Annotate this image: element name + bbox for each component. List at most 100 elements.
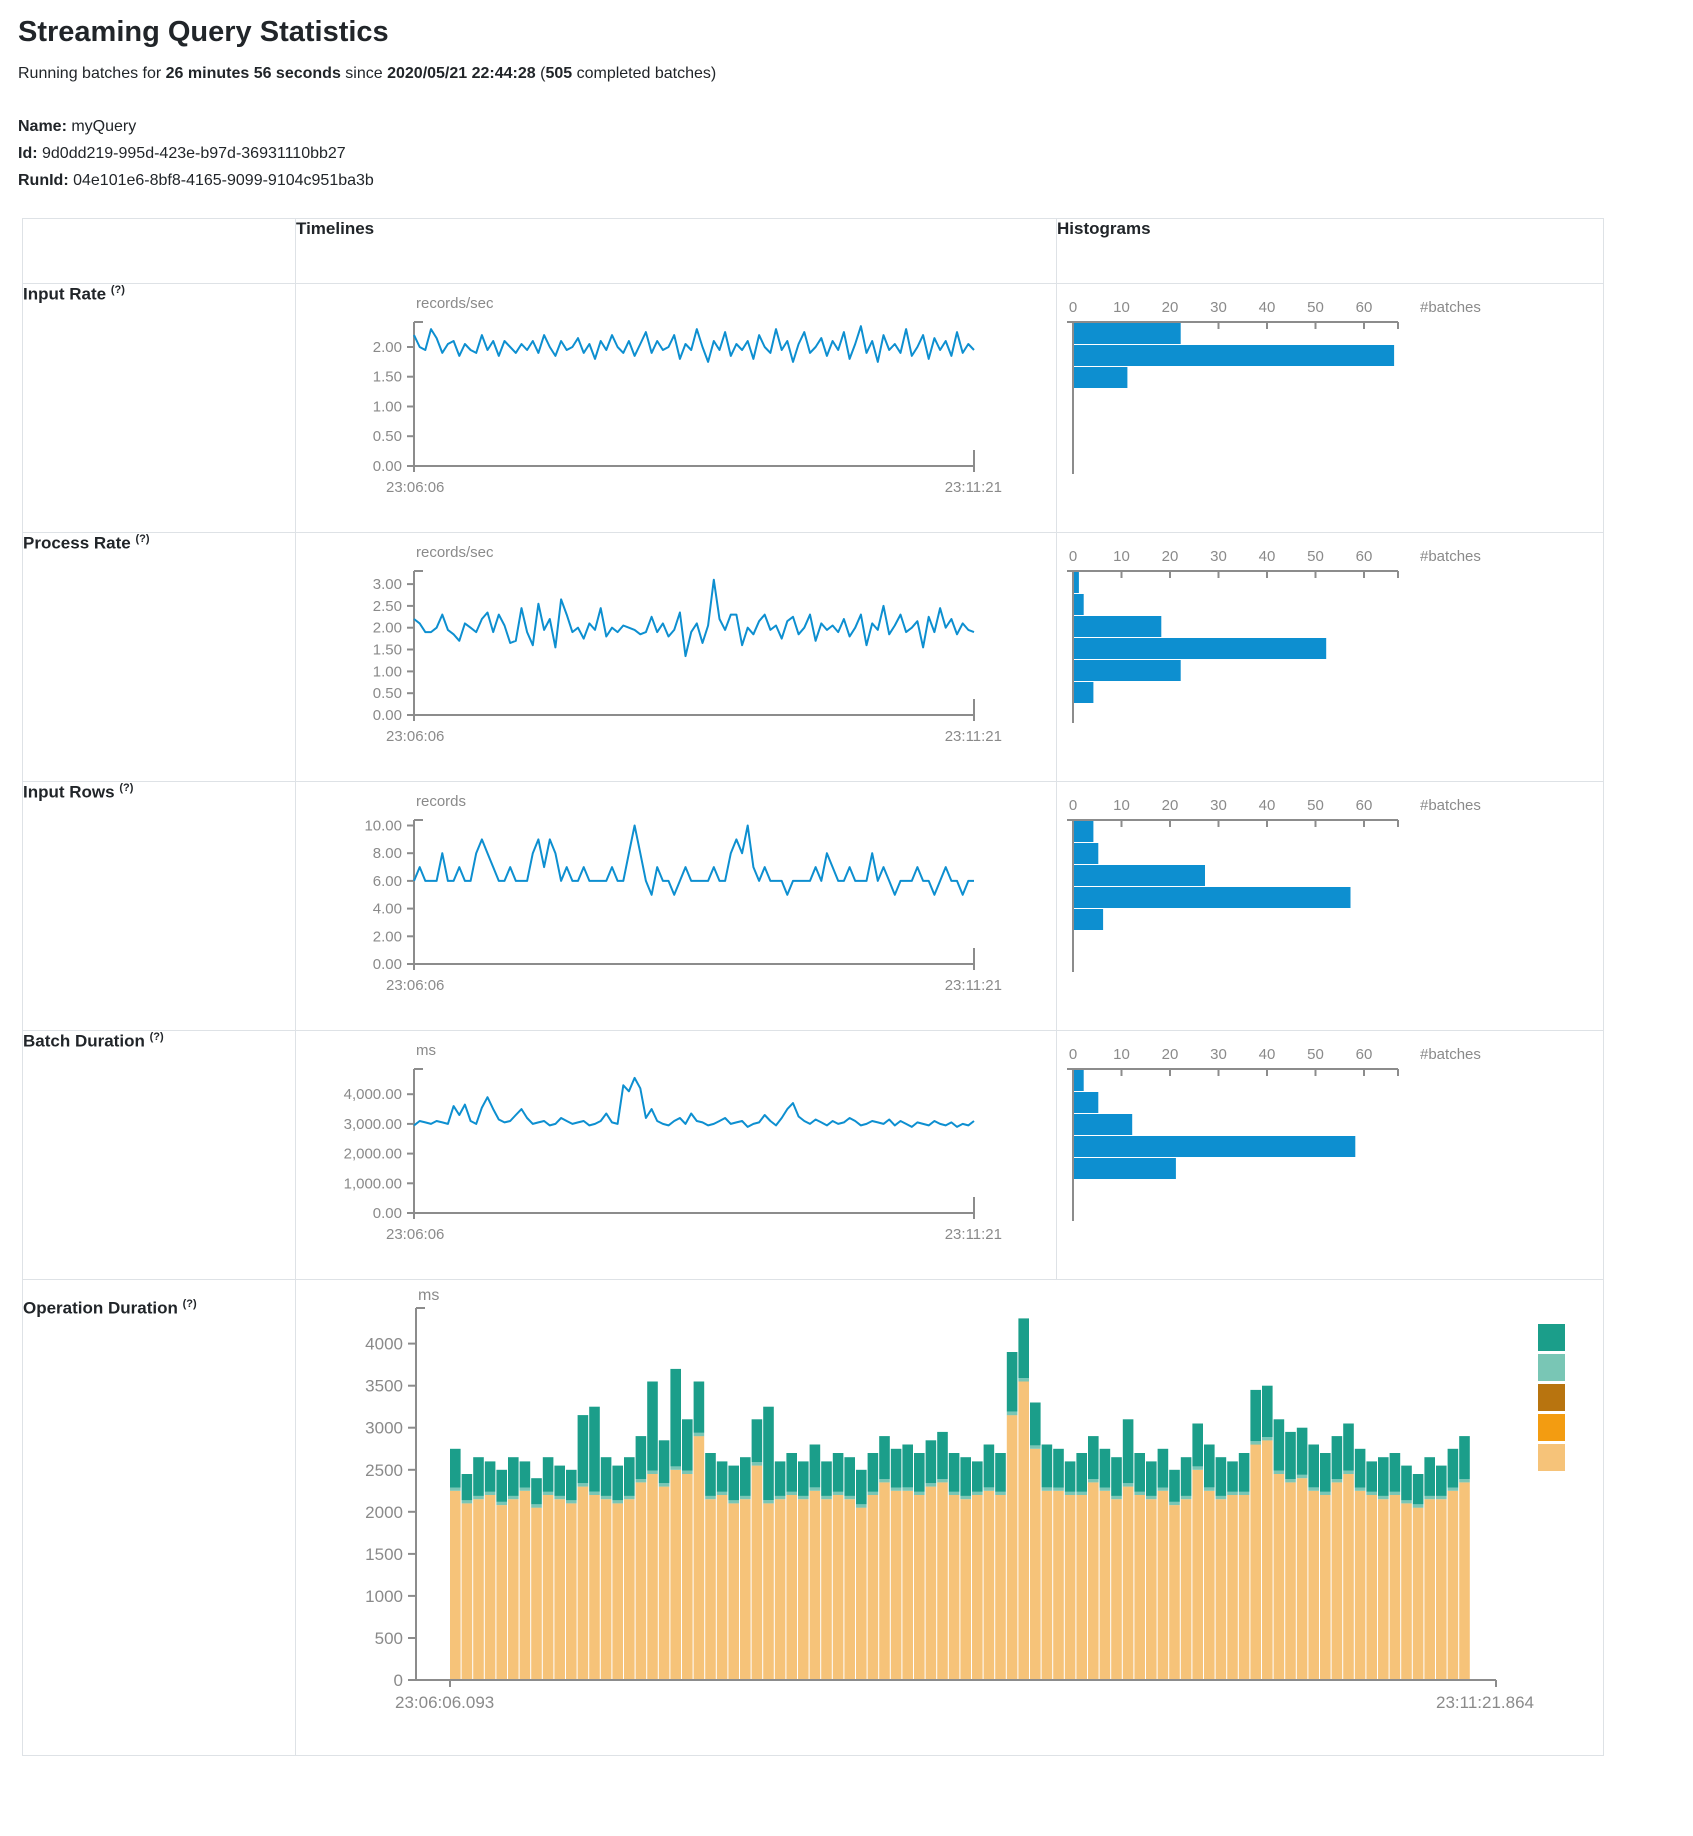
svg-text:50: 50: [1307, 299, 1324, 316]
empty-header-cell: [23, 219, 296, 284]
svg-text:6.00: 6.00: [373, 873, 402, 890]
input-rate-label-cell: Input Rate (?): [23, 284, 296, 533]
svg-text:23:06:06.093: 23:06:06.093: [395, 1693, 494, 1712]
running-batches-summary: Running batches for 26 minutes 56 second…: [18, 65, 1693, 83]
batch-duration-label: Batch Duration: [23, 1032, 145, 1051]
batch-duration-timeline-cell: ms0.001,000.002,000.003,000.004,000.0023…: [296, 1031, 1057, 1280]
since-text: since: [341, 65, 387, 82]
batch-duration-row: Batch Duration (?) ms0.001,000.002,000.0…: [23, 1031, 1604, 1280]
svg-text:0: 0: [1069, 548, 1077, 565]
legend-swatch: [1538, 1444, 1565, 1471]
svg-text:50: 50: [1307, 1046, 1324, 1063]
svg-text:60: 60: [1356, 797, 1373, 814]
input-rows-histogram-chart: 0102030405060#batches: [1057, 782, 1603, 1025]
query-runid-value: 04e101e6-8bf8-4165-9099-9104c951ba3b: [69, 172, 374, 189]
operation-duration-hint-icon[interactable]: (?): [183, 1298, 197, 1310]
svg-text:records/sec: records/sec: [416, 544, 494, 561]
input-rate-histogram-svg: 0102030405060#batches: [1057, 284, 1597, 522]
operation-duration-row: Operation Duration (?) ms050010001500200…: [23, 1280, 1604, 1756]
svg-text:0.00: 0.00: [373, 707, 402, 724]
batch-duration-hint-icon[interactable]: (?): [150, 1031, 164, 1043]
svg-text:1.00: 1.00: [373, 399, 402, 416]
svg-text:1500: 1500: [365, 1545, 403, 1564]
svg-text:50: 50: [1307, 548, 1324, 565]
svg-text:1.50: 1.50: [373, 642, 402, 659]
svg-text:23:06:06: 23:06:06: [386, 977, 444, 994]
svg-text:20: 20: [1162, 548, 1179, 565]
input-rate-hint-icon[interactable]: (?): [111, 284, 125, 296]
svg-text:40: 40: [1259, 299, 1276, 316]
legend-swatch: [1538, 1414, 1565, 1441]
svg-text:23:11:21.864: 23:11:21.864: [1436, 1693, 1534, 1712]
svg-text:1000: 1000: [365, 1587, 403, 1606]
svg-text:30: 30: [1210, 299, 1227, 316]
input-rows-row: Input Rows (?) records0.002.004.006.008.…: [23, 782, 1604, 1031]
svg-text:0.50: 0.50: [373, 428, 402, 445]
svg-text:60: 60: [1356, 548, 1373, 565]
process-rate-timeline-svg: records/sec0.000.501.001.502.002.503.002…: [296, 533, 1052, 771]
batch-duration-timeline-svg: ms0.001,000.002,000.003,000.004,000.0023…: [296, 1031, 1052, 1269]
svg-text:3.00: 3.00: [373, 576, 402, 593]
batch-duration-label-cell: Batch Duration (?): [23, 1031, 296, 1280]
svg-text:4000: 4000: [365, 1335, 403, 1354]
svg-text:30: 30: [1210, 1046, 1227, 1063]
svg-text:10: 10: [1113, 1046, 1130, 1063]
svg-text:2.00: 2.00: [373, 339, 402, 356]
process-rate-label-cell: Process Rate (?): [23, 533, 296, 782]
operation-duration-label: Operation Duration: [23, 1299, 178, 1318]
operation-duration-stacked-svg: ms0500100015002000250030003500400023:06:…: [296, 1280, 1600, 1750]
svg-text:23:06:06: 23:06:06: [386, 479, 444, 496]
svg-text:8.00: 8.00: [373, 845, 402, 862]
svg-text:60: 60: [1356, 1046, 1373, 1063]
svg-text:30: 30: [1210, 548, 1227, 565]
svg-text:23:11:21: 23:11:21: [945, 479, 1002, 496]
svg-text:23:06:06: 23:06:06: [386, 728, 444, 745]
page-title: Streaming Query Statistics: [18, 16, 1693, 49]
start-time: 2020/05/21 22:44:28: [387, 65, 536, 82]
operation-duration-label-cell: Operation Duration (?): [23, 1280, 296, 1756]
batch-duration-histogram-chart: 0102030405060#batches: [1057, 1031, 1603, 1274]
table-header-row: Timelines Histograms: [23, 219, 1604, 284]
svg-text:ms: ms: [418, 1287, 439, 1304]
svg-text:40: 40: [1259, 548, 1276, 565]
svg-text:500: 500: [375, 1629, 403, 1648]
svg-text:10: 10: [1113, 548, 1130, 565]
svg-text:1,000.00: 1,000.00: [344, 1175, 402, 1192]
svg-text:20: 20: [1162, 797, 1179, 814]
svg-text:10.00: 10.00: [364, 818, 402, 835]
legend-swatch: [1538, 1354, 1565, 1381]
svg-text:3500: 3500: [365, 1377, 403, 1396]
input-rate-timeline-chart: records/sec0.000.501.001.502.0023:06:062…: [296, 284, 1056, 527]
timelines-header: Timelines: [296, 219, 1057, 284]
svg-text:0.00: 0.00: [373, 1205, 402, 1222]
running-text: Running batches for: [18, 65, 166, 82]
process-rate-histogram-cell: 0 10 20 30 40 50 60 #batches: [1057, 533, 1604, 782]
svg-text:4.00: 4.00: [373, 901, 402, 918]
histograms-header: Histograms: [1057, 219, 1604, 284]
input-rate-timeline-cell: records/sec0.000.501.001.502.0023:06:062…: [296, 284, 1057, 533]
query-id-value: 9d0dd219-995d-423e-b97d-36931110bb27: [38, 145, 346, 162]
svg-text:records/sec: records/sec: [416, 295, 494, 312]
svg-text:0.50: 0.50: [373, 685, 402, 702]
svg-text:40: 40: [1259, 1046, 1276, 1063]
operation-duration-chart-cell: ms0500100015002000250030003500400023:06:…: [296, 1280, 1604, 1756]
process-rate-timeline-chart: records/sec0.000.501.001.502.002.503.002…: [296, 533, 1056, 776]
svg-text:40: 40: [1259, 797, 1276, 814]
input-rate-label: Input Rate: [23, 285, 106, 304]
svg-text:2,000.00: 2,000.00: [344, 1146, 402, 1163]
svg-text:#batches: #batches: [1420, 548, 1481, 565]
input-rows-hint-icon[interactable]: (?): [119, 782, 133, 794]
query-id-label: Id:: [18, 145, 38, 162]
input-rows-timeline-cell: records0.002.004.006.008.0010.0023:06:06…: [296, 782, 1057, 1031]
legend-swatch: [1538, 1324, 1565, 1351]
query-info: Name: myQuery Id: 9d0dd219-995d-423e-b97…: [18, 113, 1693, 194]
svg-text:2000: 2000: [365, 1503, 403, 1522]
svg-text:#batches: #batches: [1420, 1046, 1481, 1063]
paren-open: (: [536, 65, 546, 82]
svg-text:50: 50: [1307, 797, 1324, 814]
completed-batches-suffix: completed batches): [572, 65, 716, 82]
input-rate-timeline-svg: records/sec0.000.501.001.502.0023:06:062…: [296, 284, 1052, 522]
statistics-table: Timelines Histograms Input Rate (?) reco…: [22, 218, 1604, 1756]
svg-text:1.00: 1.00: [373, 663, 402, 680]
process-rate-hint-icon[interactable]: (?): [135, 533, 149, 545]
